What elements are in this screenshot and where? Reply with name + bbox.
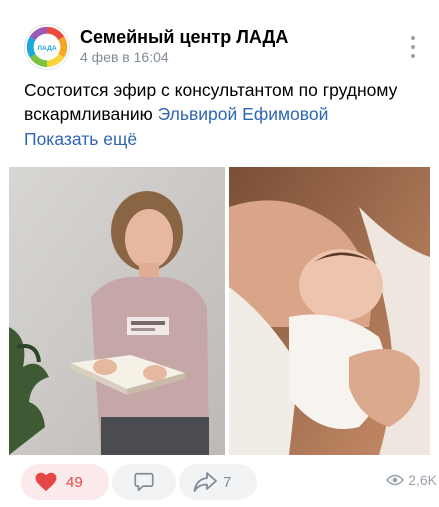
like-count: 49 xyxy=(66,473,83,491)
photo-consultant-with-book[interactable] xyxy=(9,167,225,455)
more-options-icon[interactable] xyxy=(406,34,420,60)
views-count: 2,6K xyxy=(408,472,437,488)
post-header: ЛАДА Семейный центр ЛАДА 4 фев в 16:04 xyxy=(24,24,424,70)
svg-text:ЛАДА: ЛАДА xyxy=(37,45,57,52)
post-date[interactable]: 4 фев в 16:04 xyxy=(80,49,169,65)
author-name[interactable]: Семейный центр ЛАДА xyxy=(80,27,288,48)
post-actions: 49 7 2,6K xyxy=(9,462,439,506)
like-button[interactable]: 49 xyxy=(21,464,109,500)
share-button[interactable]: 7 xyxy=(179,464,257,500)
comment-button[interactable] xyxy=(112,464,176,500)
share-count: 7 xyxy=(223,473,232,491)
mention-link[interactable]: Эльвирой Ефимовой xyxy=(158,104,329,124)
photo-breastfeeding-baby[interactable] xyxy=(229,167,430,455)
photo-grid xyxy=(9,167,430,455)
show-more-link[interactable]: Показать ещё xyxy=(24,129,137,150)
comment-icon xyxy=(134,472,154,492)
community-avatar[interactable]: ЛАДА xyxy=(24,24,70,70)
share-icon xyxy=(193,472,217,492)
post-text: Состоится эфир с консультантом по грудно… xyxy=(24,78,429,126)
lada-logo-icon: ЛАДА xyxy=(26,26,68,68)
views-counter: 2,6K xyxy=(386,472,437,488)
post-card: ЛАДА Семейный центр ЛАДА 4 фев в 16:04 С… xyxy=(0,0,439,507)
eye-icon xyxy=(386,474,405,486)
heart-icon xyxy=(35,472,57,492)
